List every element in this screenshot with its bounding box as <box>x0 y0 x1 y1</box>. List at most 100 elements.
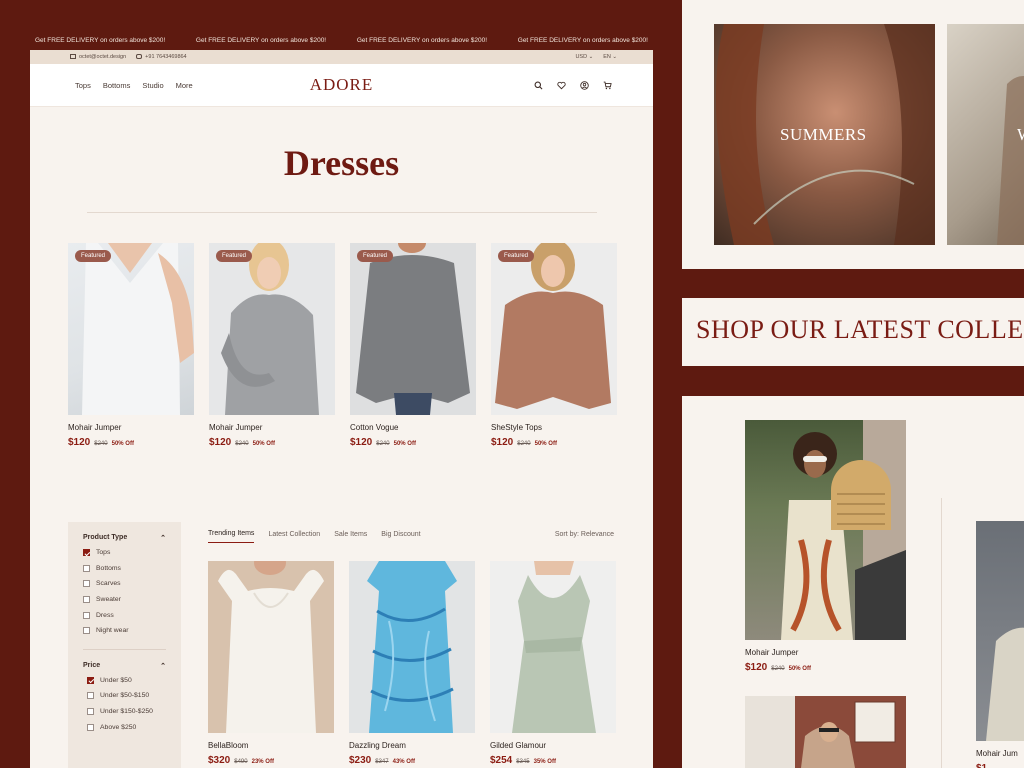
product-name[interactable]: Cotton Vogue <box>350 423 476 432</box>
category-panel: SUMMERS W <box>682 0 1024 269</box>
filter-title: Product Type <box>83 534 128 541</box>
column-divider <box>941 498 942 768</box>
checkbox[interactable] <box>87 676 94 684</box>
product-image <box>745 420 906 640</box>
chevron-up-icon[interactable]: ⌃ <box>160 662 166 670</box>
email-text: octet@octet.design <box>79 54 127 60</box>
heart-icon[interactable] <box>555 79 567 91</box>
nav-item-tops[interactable]: Tops <box>75 81 91 90</box>
product-name[interactable]: Dazzling Dream <box>349 741 475 750</box>
tab-trending-items[interactable]: Trending Items <box>208 530 255 543</box>
checkbox[interactable] <box>83 627 90 635</box>
product-card[interactable]: Featured Cotton Vogue $120 $240 50% Off <box>350 243 476 448</box>
category-card-w[interactable]: W <box>947 24 1024 245</box>
promo-message: Get FREE DELIVERY on orders above $200! <box>195 37 327 44</box>
tab-latest-collection[interactable]: Latest Collection <box>268 531 320 543</box>
nav-item-more[interactable]: More <box>176 81 193 90</box>
filter-option-50-150[interactable]: Under $50-$150 <box>87 691 166 701</box>
checkbox[interactable] <box>83 596 90 604</box>
product-card[interactable]: Dazzling Dream $230 $347 43% Off <box>349 561 475 766</box>
old-price: $345 <box>516 759 530 765</box>
phone-link[interactable]: +91 7643469864 <box>136 54 187 60</box>
filter-option-night-wear[interactable]: Night wear <box>83 626 166 636</box>
checkbox[interactable] <box>87 692 94 700</box>
chevron-up-icon[interactable]: ⌃ <box>160 534 166 542</box>
nav-item-bottoms[interactable]: Bottoms <box>103 81 131 90</box>
product-name[interactable]: SheStyle Tops <box>491 423 617 432</box>
filter-option-150-250[interactable]: Under $150-$250 <box>87 707 166 717</box>
filter-option-above-250[interactable]: Above $250 <box>87 722 166 732</box>
product-card[interactable]: Featured SheStyle Tops $120 $240 50% Off <box>491 243 617 448</box>
product-name[interactable]: Mohair Jumper <box>745 648 906 657</box>
product-card[interactable]: BellaBloom $320 $490 23% Off <box>208 561 334 766</box>
category-label: W <box>1017 125 1024 145</box>
product-price: $254 $345 35% Off <box>490 755 616 766</box>
nav-item-studio[interactable]: Studio <box>142 81 163 90</box>
option-label: Under $50-$150 <box>100 692 150 700</box>
product-name[interactable]: BellaBloom <box>208 741 334 750</box>
header-icons <box>532 79 613 91</box>
filter-header-price[interactable]: Price ⌃ <box>83 662 166 670</box>
filter-divider <box>83 648 166 650</box>
product-card[interactable]: Featured Mohair Jumper $120 $240 50% Off <box>209 243 335 448</box>
current-price: $1 <box>976 763 987 768</box>
product-card[interactable]: Mohair Jum $1 <box>976 521 1024 768</box>
product-image: Featured <box>209 243 335 415</box>
collection-title: SHOP OUR LATEST COLLECTION <box>696 315 1024 344</box>
filter-option-tops[interactable]: Tops <box>83 548 166 558</box>
language-select[interactable]: EN ⌄ <box>603 54 617 60</box>
current-price: $120 <box>68 437 91 448</box>
product-price: $120 $240 50% Off <box>745 662 906 673</box>
cart-icon[interactable] <box>601 79 613 91</box>
filter-option-sweater[interactable]: Sweater <box>83 595 166 605</box>
option-label: Dress <box>96 611 114 619</box>
user-icon[interactable] <box>578 79 590 91</box>
option-label: Under $150-$250 <box>100 708 153 716</box>
filter-option-under-50[interactable]: Under $50 <box>87 676 166 686</box>
product-image <box>208 561 334 733</box>
checkbox[interactable] <box>83 611 90 619</box>
featured-badge: Featured <box>498 250 535 262</box>
filter-sidebar: Product Type ⌃ Tops Bottoms Scarves Swea… <box>68 522 181 768</box>
product-card[interactable]: Mohair Jumper $120 $240 50% Off <box>745 420 906 673</box>
promo-message: Get FREE DELIVERY on orders above $200! <box>356 37 488 44</box>
checkbox[interactable] <box>83 564 90 572</box>
product-name[interactable]: Mohair Jumper <box>68 423 194 432</box>
mail-icon <box>70 54 76 60</box>
promo-message: Get FREE DELIVERY on orders above $200! <box>517 37 648 44</box>
product-card[interactable]: Gilded Glamour $254 $345 35% Off <box>490 561 616 766</box>
filter-header-product-type[interactable]: Product Type ⌃ <box>83 534 166 542</box>
option-label: Bottoms <box>96 564 121 572</box>
tab-big-discount[interactable]: Big Discount <box>381 531 420 543</box>
checkbox[interactable] <box>87 708 94 716</box>
tab-sale-items[interactable]: Sale Items <box>334 531 367 543</box>
filter-option-dress[interactable]: Dress <box>83 610 166 620</box>
email-link[interactable]: octet@octet.design <box>70 54 126 60</box>
discount-label: 35% Off <box>533 759 556 765</box>
product-image: Featured <box>68 243 194 415</box>
checkbox[interactable] <box>83 580 90 588</box>
filter-option-scarves[interactable]: Scarves <box>83 579 166 589</box>
filter-options: Tops Bottoms Scarves Sweater Dress Night… <box>83 548 166 636</box>
sort-dropdown[interactable]: Sort by: Relevance <box>555 531 614 543</box>
category-label: SUMMERS <box>780 125 867 144</box>
category-card-summers[interactable]: SUMMERS <box>714 24 935 245</box>
product-name[interactable]: Mohair Jum <box>976 749 1024 758</box>
checkbox[interactable] <box>87 723 94 731</box>
checkbox[interactable] <box>83 549 90 557</box>
discount-label: 50% Off <box>788 666 811 672</box>
filter-title: Price <box>83 661 101 669</box>
product-image[interactable] <box>745 696 906 768</box>
product-price: $230 $347 43% Off <box>349 755 475 766</box>
search-icon[interactable] <box>532 79 544 91</box>
currency-select[interactable]: USD ⌄ <box>575 54 593 60</box>
product-card[interactable]: Featured Mohair Jumper $120 $240 50% Off <box>68 243 194 448</box>
filter-option-bottoms[interactable]: Bottoms <box>83 564 166 574</box>
product-name[interactable]: Gilded Glamour <box>490 741 616 750</box>
product-name[interactable]: Mohair Jumper <box>209 423 335 432</box>
language-value: EN <box>603 54 611 60</box>
main-nav: Tops Bottoms Studio More <box>75 81 193 90</box>
collection-heading-panel: SHOP OUR LATEST COLLECTION <box>682 298 1024 366</box>
promo-bar: Get FREE DELIVERY on orders above $200! … <box>30 31 653 50</box>
brand-logo[interactable]: ADORE <box>310 75 374 95</box>
